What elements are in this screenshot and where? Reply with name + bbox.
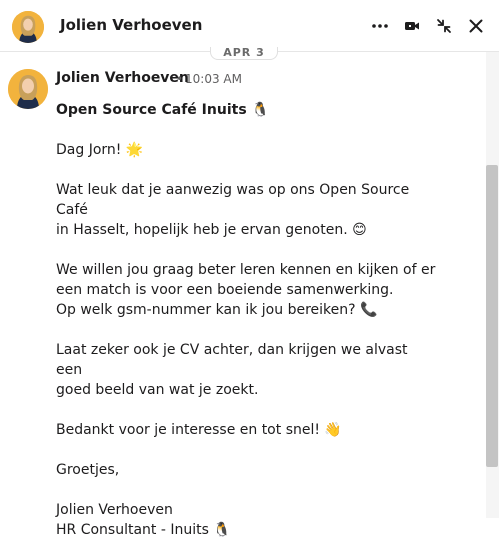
header-name[interactable]: Jolien Verhoeven: [60, 16, 202, 34]
video-icon[interactable]: [402, 16, 422, 36]
paragraph-line: in Hasselt, hopelijk heb je ervan genote…: [56, 222, 367, 238]
conversation-header: Jolien Verhoeven: [0, 0, 499, 52]
signature-name: Jolien Verhoeven: [56, 502, 173, 518]
more-icon[interactable]: [370, 16, 390, 36]
avatar-image: [12, 11, 44, 43]
separator-dot: •: [176, 72, 184, 86]
paragraph-line: We willen jou graag beter leren kennen e…: [56, 262, 436, 278]
message-sender[interactable]: Jolien Verhoeven: [56, 70, 189, 86]
paragraph-line: Op welk gsm-nummer kan ik jou bereiken? …: [56, 302, 378, 318]
paragraph-line: Laat zeker ook je CV achter, dan krijgen…: [56, 342, 408, 378]
avatar[interactable]: [12, 11, 44, 43]
message-body: Open Source Café Inuits 🐧 Dag Jorn! 🌟 Wa…: [56, 100, 436, 540]
avatar-image: [8, 69, 48, 109]
paragraph-line: een match is voor een boeiende samenwerk…: [56, 282, 394, 298]
close-icon[interactable]: [466, 16, 486, 36]
signature-title: HR Consultant - Inuits 🐧: [56, 522, 231, 538]
message-avatar[interactable]: [8, 69, 48, 109]
message-subject: Open Source Café Inuits 🐧: [56, 102, 269, 118]
message-timestamp[interactable]: 10:03 AM: [185, 72, 242, 86]
greeting-line: Dag Jorn! 🌟: [56, 142, 144, 158]
closing-line: Groetjes,: [56, 462, 120, 478]
scrollbar-thumb[interactable]: [486, 165, 498, 467]
paragraph-line: Bedankt voor je interesse en tot snel! 👋: [56, 422, 342, 438]
date-divider[interactable]: APR 3: [210, 47, 278, 60]
paragraph-line: Wat leuk dat je aanwezig was op ons Open…: [56, 182, 410, 218]
paragraph-line: goed beeld van wat je zoekt.: [56, 382, 259, 398]
collapse-icon[interactable]: [434, 16, 454, 36]
scrollbar[interactable]: [486, 52, 499, 518]
